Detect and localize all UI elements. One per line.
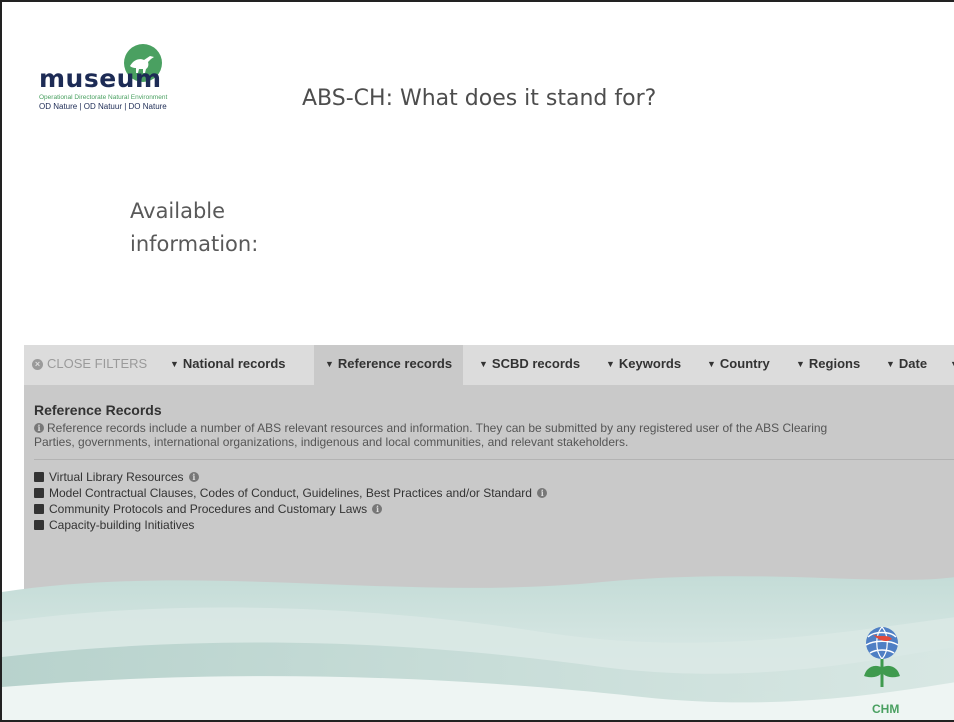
chm-label: CHM: [872, 702, 900, 716]
info-icon[interactable]: i: [537, 488, 548, 498]
close-icon: ×: [32, 359, 43, 370]
filter-tabs: × CLOSE FILTERS ▼ National records ▼ Refere…: [24, 345, 954, 385]
reference-records-description: i Reference records include a number of A…: [34, 421, 954, 449]
tab-label: Reference records: [337, 356, 453, 371]
slide-subtitle: Available information:: [130, 195, 330, 261]
tab-label: SCBD records: [491, 356, 581, 371]
info-icon[interactable]: i: [372, 504, 383, 514]
caret-down-icon: ▼: [325, 359, 334, 369]
description-line-2: Parties, governments, international orga…: [34, 435, 629, 449]
tab-label: Date: [898, 356, 928, 371]
divider: [34, 459, 954, 460]
tab-label: Regions: [808, 356, 861, 371]
checkbox[interactable]: [34, 520, 44, 530]
tab-national-records[interactable]: ▼ National records: [170, 345, 286, 385]
info-icon[interactable]: i: [188, 472, 199, 482]
checkbox[interactable]: [34, 504, 44, 514]
close-filters-button[interactable]: × CLOSE FILTERS: [32, 345, 147, 385]
caret-down-icon: ▼: [950, 359, 954, 369]
category-virtual-library[interactable]: Virtual Library Resources i: [34, 469, 547, 485]
checkbox[interactable]: [34, 472, 44, 482]
caret-down-icon: ▼: [707, 359, 716, 369]
more-tabs-caret[interactable]: ▼: [950, 345, 954, 385]
tab-date[interactable]: ▼ Date: [886, 345, 927, 385]
subtitle-line-2: information:: [130, 232, 259, 256]
slide: museum Operational Directorate Natural E…: [0, 0, 954, 722]
tab-label: Country: [719, 356, 770, 371]
reference-records-title: Reference Records: [34, 402, 162, 418]
caret-down-icon: ▼: [170, 359, 179, 369]
embedded-screenshot: × CLOSE FILTERS ▼ National records ▼ Refere…: [24, 345, 954, 595]
tab-label: Keywords: [618, 356, 682, 371]
description-line-1: Reference records include a number of AB…: [47, 421, 828, 435]
category-capacity-building[interactable]: Capacity-building Initiatives: [34, 517, 547, 533]
logo-names: OD Nature | OD Natuur | DO Nature: [39, 102, 167, 111]
wave-decoration: [2, 576, 954, 720]
category-label: Capacity-building Initiatives: [49, 518, 195, 532]
category-list: Virtual Library Resources i Model Contra…: [34, 469, 548, 533]
category-model-clauses[interactable]: Model Contractual Clauses, Codes of Cond…: [34, 485, 548, 501]
logo-wordmark: museum: [39, 64, 162, 93]
tab-regions[interactable]: ▼ Regions: [796, 345, 860, 385]
tab-keywords[interactable]: ▼ Keywords: [606, 345, 681, 385]
subtitle-line-1: Available: [130, 199, 226, 223]
caret-down-icon: ▼: [886, 359, 895, 369]
info-icon: i: [34, 423, 44, 433]
category-label: Model Contractual Clauses, Codes of Cond…: [49, 486, 532, 500]
caret-down-icon: ▼: [479, 359, 488, 369]
logo-subtitle: Operational Directorate Natural Environm…: [39, 94, 168, 101]
checkbox[interactable]: [34, 488, 44, 498]
tab-label: National records: [182, 356, 286, 371]
category-label: Community Protocols and Procedures and C…: [49, 502, 368, 516]
tab-country[interactable]: ▼ Country: [707, 345, 770, 385]
tab-scbd-records[interactable]: ▼ SCBD records: [479, 345, 580, 385]
tab-reference-records[interactable]: ▼ Reference records: [314, 345, 464, 385]
caret-down-icon: ▼: [606, 359, 615, 369]
slide-title: ABS-CH: What does it stand for?: [302, 86, 657, 111]
category-label: Virtual Library Resources: [49, 470, 184, 484]
category-community-protocols[interactable]: Community Protocols and Procedures and C…: [34, 501, 547, 517]
museum-logo: museum Operational Directorate Natural E…: [32, 44, 232, 124]
caret-down-icon: ▼: [796, 359, 805, 369]
close-filters-label: CLOSE FILTERS: [47, 356, 148, 371]
